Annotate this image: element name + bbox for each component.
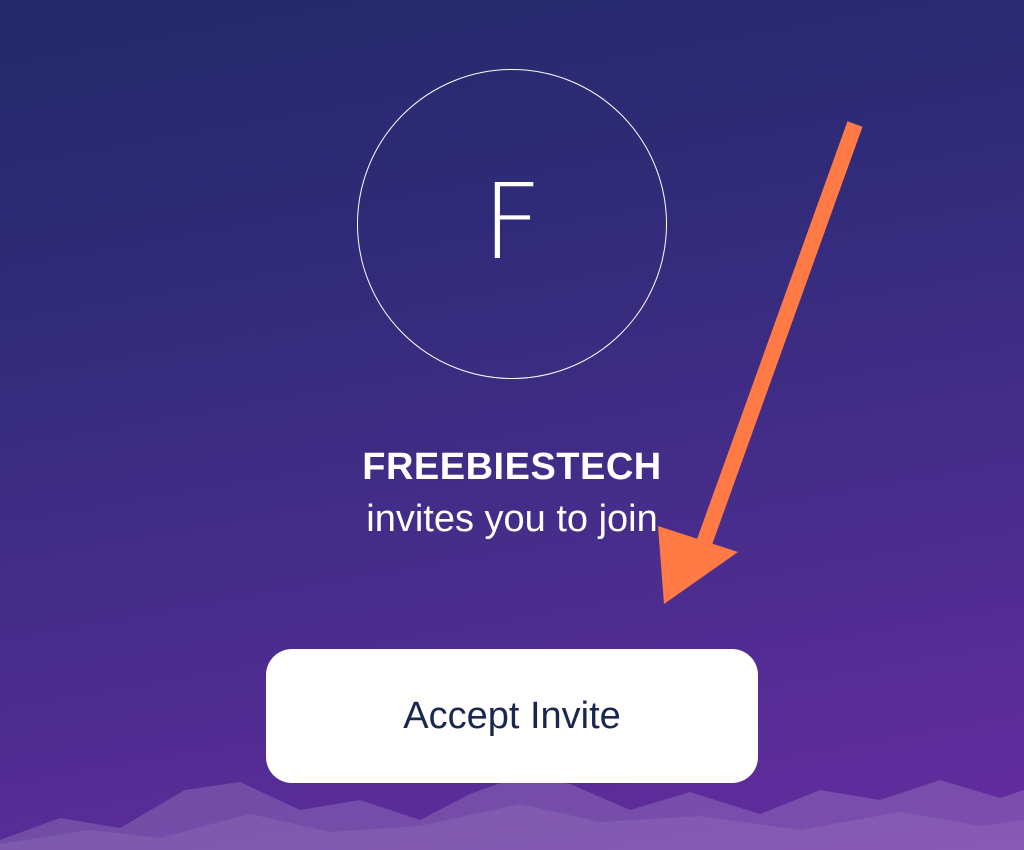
invite-message: invites you to join <box>366 498 658 540</box>
team-avatar: F <box>357 69 667 379</box>
avatar-letter: F <box>482 161 542 283</box>
accept-invite-button[interactable]: Accept Invite <box>266 649 758 783</box>
mountain-silhouette <box>0 776 1024 850</box>
team-name: FREEBIESTECH <box>362 446 662 488</box>
